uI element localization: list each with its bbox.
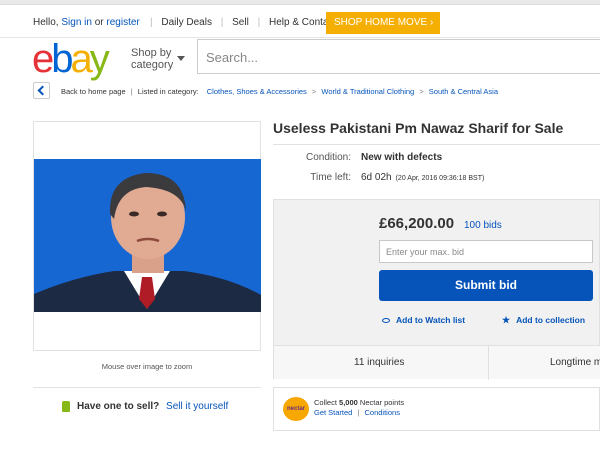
daily-deals-link[interactable]: Daily Deals bbox=[161, 17, 212, 28]
condition-value: New with defects bbox=[361, 152, 443, 163]
star-icon: ★ bbox=[502, 315, 511, 325]
nectar-points-box: nectar Collect 5,000 Nectar points Get S… bbox=[273, 387, 600, 431]
bid-panel: £66,200.00 100 bids Enter your max. bid … bbox=[273, 199, 600, 380]
top-bar: Hello, Sign in or register | Daily Deals… bbox=[0, 8, 600, 38]
condition-row: Condition: New with defects bbox=[273, 152, 442, 163]
sell-it-yourself-link[interactable]: Sell it yourself bbox=[166, 401, 228, 412]
bid-count-link[interactable]: 100 bids bbox=[464, 220, 502, 231]
logo-letter-e: e bbox=[32, 37, 54, 81]
time-left-value: 6d 02h bbox=[361, 172, 392, 183]
max-bid-input[interactable]: Enter your max. bid bbox=[379, 240, 593, 263]
price-tag-icon bbox=[62, 401, 70, 412]
chevron-down-icon[interactable] bbox=[177, 56, 185, 61]
add-to-collection-link[interactable]: ★ Add to collection bbox=[502, 315, 585, 326]
divider: | bbox=[357, 408, 360, 417]
breadcrumb-separator: > bbox=[311, 87, 317, 96]
condition-label: Condition: bbox=[305, 152, 351, 163]
top-nav-links: | Daily Deals | Sell | Help & Contact bbox=[144, 17, 336, 28]
ebay-logo[interactable]: ebay bbox=[32, 37, 110, 81]
logo-letter-y: y bbox=[89, 37, 110, 81]
collect-prefix: Collect bbox=[314, 398, 337, 407]
divider: | bbox=[150, 17, 153, 28]
shop-home-move-button[interactable]: SHOP HOME MOVE › bbox=[326, 12, 440, 34]
stats-row: 11 inquiries Longtime m bbox=[274, 345, 600, 380]
register-link[interactable]: register bbox=[106, 17, 139, 28]
divider bbox=[33, 387, 261, 388]
nectar-collect-text: Collect 5,000 Nectar points bbox=[314, 398, 404, 407]
divider: | bbox=[130, 87, 133, 96]
nectar-logo: nectar bbox=[283, 397, 309, 421]
longtime-member-text: Longtime m bbox=[550, 357, 600, 368]
inquiries-count: 11 inquiries bbox=[354, 357, 405, 368]
breadcrumb-trail: Back to home page | Listed in category: … bbox=[61, 87, 498, 96]
shop-by-line2: category bbox=[131, 59, 174, 71]
watchlist-label: Add to Watch list bbox=[396, 315, 466, 325]
search-input[interactable]: Search... bbox=[197, 39, 600, 74]
image-gallery bbox=[33, 121, 261, 351]
shop-by-category-button[interactable]: Shop by category bbox=[131, 47, 173, 71]
breadcrumb-separator: > bbox=[419, 87, 424, 96]
nectar-points-value: 5,000 bbox=[339, 398, 358, 407]
add-to-watchlist-link[interactable]: Add to Watch list bbox=[382, 315, 465, 325]
sell-your-own-row: Have one to sell? Sell it yourself bbox=[62, 401, 228, 412]
get-started-link[interactable]: Get Started bbox=[314, 408, 352, 417]
listed-in-label: Listed in category: bbox=[137, 87, 199, 96]
sell-link[interactable]: Sell bbox=[232, 17, 249, 28]
collection-label: Add to collection bbox=[516, 315, 586, 325]
greeting: Hello, Sign in or register bbox=[33, 17, 140, 28]
shop-by-line1: Shop by bbox=[131, 47, 172, 59]
logo-letter-b: b bbox=[51, 37, 73, 81]
sell-question: Have one to sell? bbox=[77, 401, 160, 412]
divider: | bbox=[257, 17, 261, 28]
nectar-points-suffix: Nectar points bbox=[359, 398, 405, 407]
time-left-row: Time left: 6d 02h (20 Apr, 2016 09:36:18 B… bbox=[273, 172, 484, 183]
divider bbox=[273, 144, 600, 145]
listing-photo[interactable] bbox=[34, 159, 261, 312]
time-left-label: Time left: bbox=[310, 172, 351, 183]
conditions-link[interactable]: Conditions bbox=[365, 408, 400, 417]
greeting-prefix: Hello, bbox=[33, 17, 59, 28]
divider: | bbox=[220, 17, 224, 28]
time-left-detail: (20 Apr, 2016 09:36:18 BST) bbox=[395, 175, 485, 182]
back-arrow-icon[interactable] bbox=[33, 82, 50, 99]
breadcrumb-item-clothes[interactable]: Clothes, Shoes & Accessories bbox=[207, 87, 307, 96]
breadcrumb-item-south-central-asia[interactable]: South & Central Asia bbox=[429, 87, 498, 96]
divider bbox=[488, 346, 489, 380]
listing-photo-illustration bbox=[34, 159, 261, 312]
submit-bid-button[interactable]: Submit bid bbox=[379, 270, 593, 301]
eye-icon bbox=[382, 318, 390, 324]
nectar-links: Get Started | Conditions bbox=[314, 408, 400, 417]
back-to-home-link[interactable]: Back to home page bbox=[61, 87, 126, 96]
or-text: or bbox=[94, 17, 104, 28]
browser-top-strip bbox=[0, 0, 600, 5]
item-title: Useless Pakistani Pm Nawaz Sharif for Sa… bbox=[273, 120, 564, 136]
breadcrumb-item-world-clothing[interactable]: World & Traditional Clothing bbox=[321, 87, 414, 96]
current-price: £66,200.00 bbox=[379, 215, 455, 232]
sign-in-link[interactable]: Sign in bbox=[61, 17, 92, 28]
logo-letter-a: a bbox=[70, 37, 93, 81]
zoom-hint: Mouse over image to zoom bbox=[101, 362, 193, 371]
